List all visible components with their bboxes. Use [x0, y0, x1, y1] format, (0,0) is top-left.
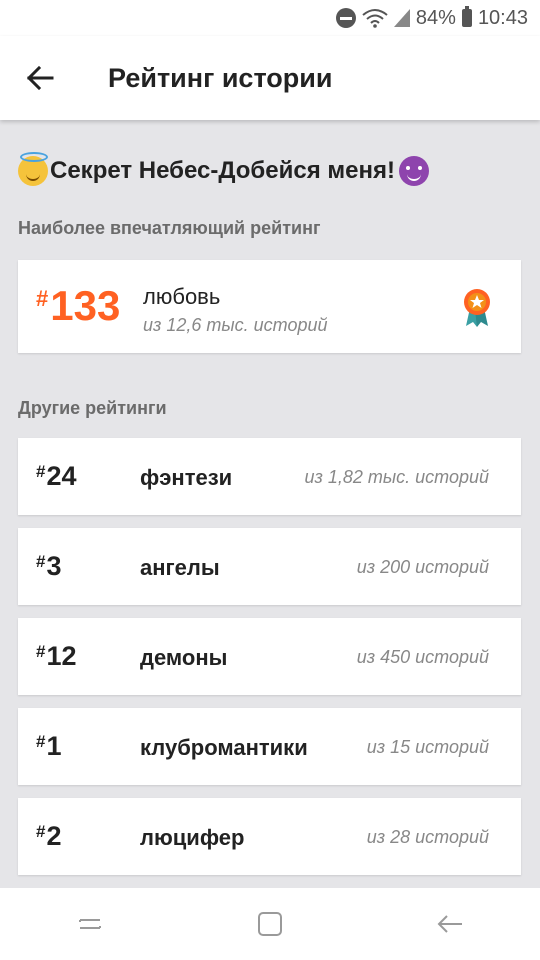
rank-tag: демоны [140, 645, 228, 670]
featured-tag: любовь [143, 284, 221, 309]
featured-section-label: Наиболее впечатляющий рейтинг [18, 218, 321, 238]
rank-count: из 200 историй [356, 557, 489, 577]
rank: # 24 [36, 461, 77, 491]
ranking-card[interactable]: # 24 фэнтези из 1,82 тыс. историй [18, 438, 521, 515]
rank-count: из 15 историй [366, 737, 489, 757]
rank: # 12 [36, 641, 77, 671]
rank-tag: люцифер [140, 825, 245, 850]
signal-icon [393, 9, 410, 27]
back-icon [437, 915, 462, 933]
home-icon [258, 912, 282, 936]
ranking-card[interactable]: # 12 демоны из 450 историй [18, 618, 521, 695]
wifi-icon [362, 8, 388, 28]
content-area[interactable]: Секрет Небес-Добейся меня! Наиболее впеч… [0, 120, 540, 888]
rank-hash: # [36, 462, 46, 481]
featured-ranking-card[interactable]: # 133 любовь из 12,6 тыс. историй [18, 260, 521, 353]
arrow-left-icon [26, 66, 54, 90]
rank-number: 1 [46, 731, 62, 761]
battery-percent: 84% [415, 6, 456, 29]
angel-emoji-icon [18, 152, 48, 186]
clock: 10:43 [477, 6, 528, 29]
rank-hash: # [36, 822, 46, 841]
rank-count: из 450 историй [356, 647, 489, 667]
nav-back-button[interactable] [420, 894, 480, 954]
battery-icon [461, 6, 472, 27]
rank: # 3 [36, 551, 62, 581]
home-button[interactable] [240, 894, 300, 954]
featured-count: из 12,6 тыс. историй [143, 315, 328, 335]
rank-tag: ангелы [140, 555, 220, 580]
system-nav-bar [0, 888, 540, 960]
featured-rank: # 133 [36, 284, 120, 328]
rank-tag: фэнтези [140, 465, 233, 490]
rank-count: из 1,82 тыс. историй [304, 467, 490, 487]
ranking-card[interactable]: # 1 клубромантики из 15 историй [18, 708, 521, 785]
rank-hash: # [36, 642, 46, 661]
rank-number: 12 [46, 641, 77, 671]
rank-tag: клубромантики [140, 735, 308, 760]
ranking-card[interactable]: # 2 люцифер из 28 историй [18, 798, 521, 875]
back-button[interactable] [0, 36, 80, 120]
rank-hash: # [36, 732, 46, 751]
app-bar: Рейтинг истории [0, 36, 540, 120]
rank-number: 3 [46, 551, 62, 581]
rank: # 2 [36, 821, 62, 851]
featured-rank-number: 133 [50, 282, 121, 329]
recent-apps-button[interactable] [60, 894, 120, 954]
devil-emoji-icon [398, 156, 429, 186]
rank-count: из 28 историй [366, 827, 489, 847]
dnd-icon [335, 8, 356, 28]
award-ribbon-icon [464, 289, 490, 327]
recent-apps-icon [79, 919, 101, 929]
ranking-card[interactable]: # 3 ангелы из 200 историй [18, 528, 521, 605]
rank-number: 2 [46, 821, 62, 851]
rank-hash: # [36, 552, 46, 571]
others-section-label: Другие рейтинги [18, 398, 167, 418]
rank-number: 24 [46, 461, 77, 491]
featured-rank-hash: # [36, 286, 49, 311]
status-bar: 84% 10:43 [0, 0, 540, 36]
rank: # 1 [36, 731, 62, 761]
story-title-row: Секрет Небес-Добейся меня! [18, 152, 429, 186]
story-title: Секрет Небес-Добейся меня! [50, 157, 395, 184]
page-title: Рейтинг истории [108, 62, 333, 93]
